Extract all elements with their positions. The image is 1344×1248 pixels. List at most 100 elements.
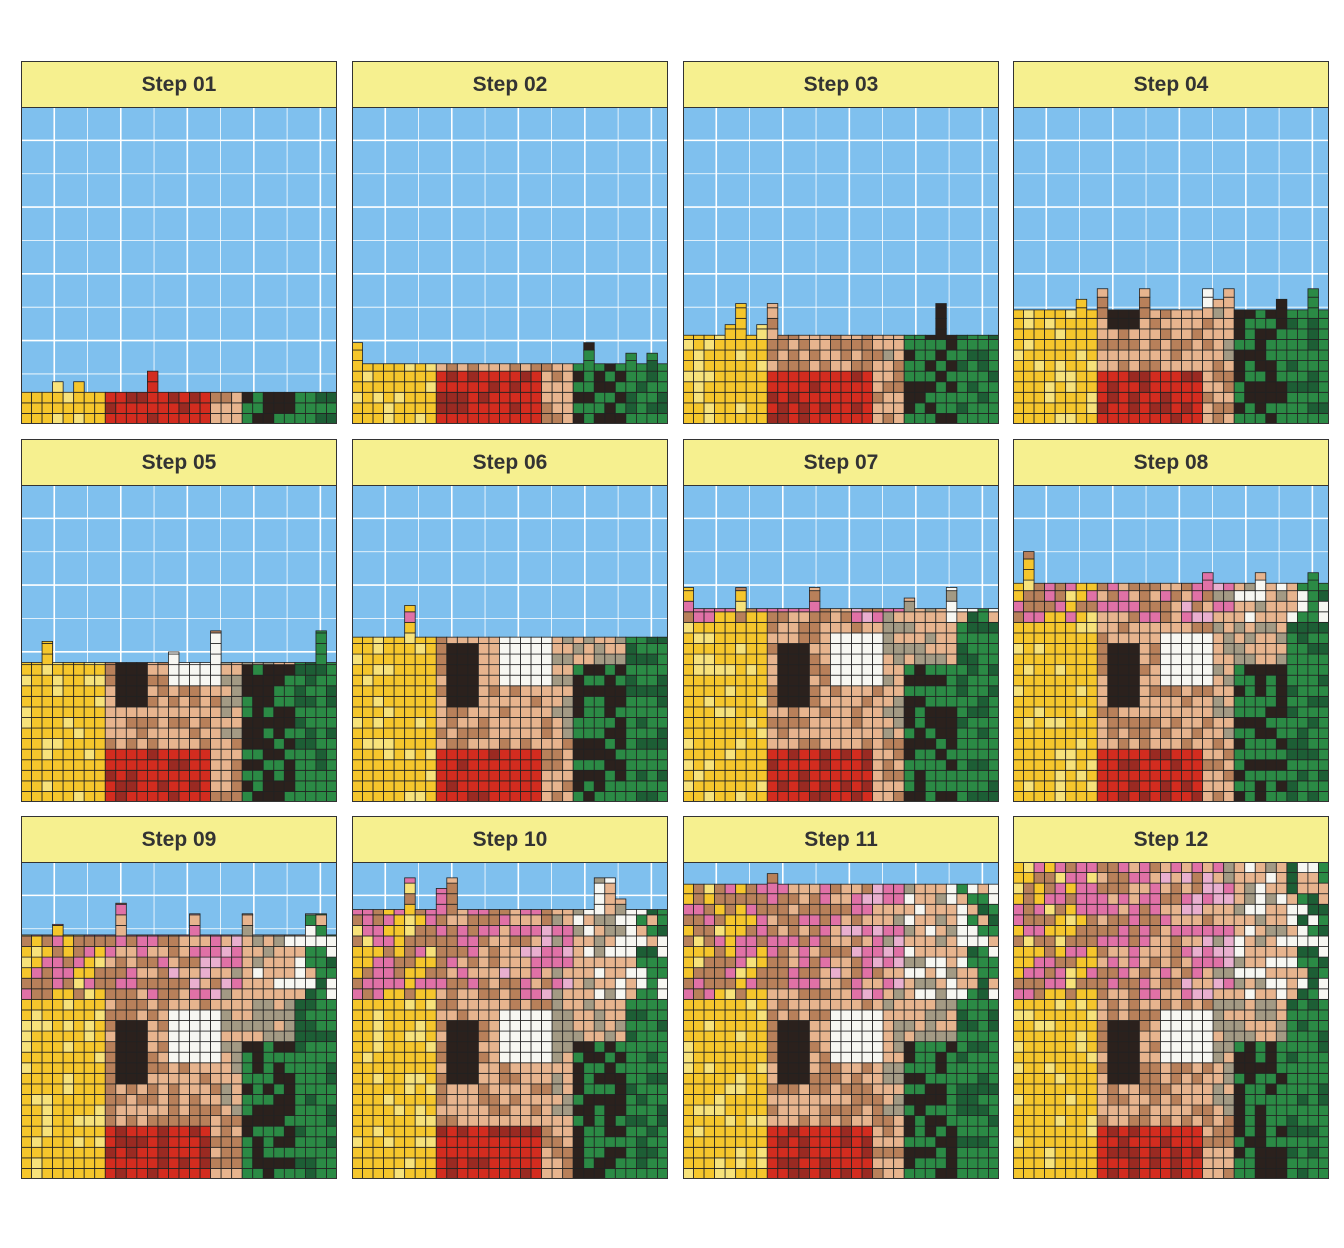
- mosaic-tile: [861, 413, 874, 424]
- mosaic-tile: [362, 402, 374, 414]
- mosaic-tile: [273, 738, 285, 750]
- mosaic-tile: [1044, 727, 1056, 739]
- mosaic-tile: [404, 967, 416, 979]
- mosaic-tile: [372, 998, 384, 1011]
- mosaic-tile: [199, 1083, 212, 1095]
- mosaic-tile: [41, 1146, 53, 1159]
- mosaic-tile: [1128, 748, 1140, 761]
- mosaic-tile: [809, 381, 821, 393]
- mosaic-tile: [1191, 643, 1204, 655]
- mosaic-tile: [604, 391, 616, 404]
- mosaic-tile: [646, 391, 658, 404]
- mosaic-tile: [125, 1072, 138, 1085]
- mosaic-tile: [136, 662, 148, 666]
- mosaic-tile: [988, 759, 999, 771]
- mosaic-tile: [988, 695, 999, 708]
- mosaic-tile: [1107, 309, 1119, 319]
- mosaic-tile: [1170, 370, 1182, 383]
- mosaic-tile: [735, 1041, 747, 1053]
- mosaic-tile: [147, 738, 159, 750]
- mosaic-tile: [393, 946, 406, 958]
- mosaic-tile: [766, 381, 779, 393]
- mosaic-tile: [231, 685, 243, 697]
- mosaic-tile: [326, 1104, 337, 1116]
- mosaic-tile: [147, 381, 159, 393]
- mosaic-tile: [52, 967, 64, 979]
- mosaic-tile: [21, 1020, 32, 1032]
- mosaic-tile: [273, 769, 285, 782]
- mosaic-tile: [1286, 413, 1298, 424]
- mosaic-tile: [157, 769, 169, 782]
- mosaic-tile: [798, 370, 810, 383]
- mosaic-tile: [1244, 791, 1256, 802]
- mosaic-tile: [1296, 738, 1309, 750]
- mosaic-tile: [635, 1168, 648, 1179]
- mosaic-tile: [735, 590, 747, 602]
- mosaic-tile: [393, 674, 406, 687]
- mosaic-tile: [520, 1030, 532, 1043]
- mosaic-tile: [693, 706, 705, 718]
- mosaic-tile: [241, 1104, 254, 1116]
- mosaic-tile: [766, 695, 779, 708]
- mosaic-tile: [52, 1168, 64, 1179]
- mosaic-tile: [467, 914, 479, 926]
- mosaic-tile: [724, 903, 737, 916]
- mosaic-tile: [467, 653, 479, 666]
- mosaic-tile: [635, 1104, 648, 1116]
- mosaic-tile: [220, 695, 233, 708]
- mosaic-tile: [21, 977, 32, 990]
- mosaic-tile: [241, 1062, 254, 1074]
- mosaic-tile: [724, 381, 737, 393]
- mosaic-tile: [625, 914, 637, 926]
- mosaic-tile: [1318, 360, 1329, 372]
- mosaic-tile: [315, 1072, 327, 1085]
- mosaic-tile: [1160, 328, 1172, 340]
- mosaic-tile: [73, 685, 85, 697]
- mosaic-tile: [914, 738, 926, 750]
- mosaic-tile: [273, 674, 285, 687]
- mosaic-tile: [115, 1115, 127, 1127]
- mosaic-tile: [83, 967, 96, 979]
- mosaic-tile: [21, 1104, 32, 1116]
- mosaic-tile: [903, 600, 916, 613]
- mosaic-tile: [425, 1104, 437, 1116]
- mosaic-tile: [104, 934, 117, 937]
- mosaic-tile: [393, 1051, 406, 1064]
- mosaic-tile: [614, 1009, 627, 1021]
- mosaic-tile: [147, 674, 159, 687]
- mosaic-tile: [147, 1020, 159, 1032]
- mosaic-tile: [241, 664, 254, 676]
- mosaic-tile: [467, 909, 479, 916]
- mosaic-tile: [956, 685, 968, 697]
- mosaic-tile: [714, 717, 726, 729]
- mosaic-tile: [693, 769, 705, 782]
- mosaic-tile: [724, 413, 737, 424]
- mosaic-tile: [136, 988, 148, 1000]
- mosaic-tile: [326, 780, 337, 792]
- mosaic-tile: [966, 759, 979, 771]
- mosaic-tile: [315, 1030, 327, 1043]
- mosaic-tile: [1075, 600, 1088, 613]
- mosaic-tile: [693, 381, 705, 393]
- mosaic-tile: [304, 1009, 317, 1021]
- mosaic-tile: [62, 934, 75, 937]
- mosaic-tile: [614, 1146, 627, 1159]
- mosaic-tile: [456, 727, 469, 739]
- mosaic-tile: [147, 791, 159, 802]
- mosaic-tile: [499, 727, 511, 739]
- mosaic-tile: [210, 413, 222, 424]
- mosaic-tile: [1023, 402, 1035, 414]
- mosaic-tile: [31, 1125, 43, 1138]
- mosaic-tile: [404, 877, 416, 884]
- mosaic-tile: [1170, 611, 1182, 623]
- mosaic-tile: [147, 413, 159, 424]
- mosaic-tile: [1075, 317, 1088, 330]
- mosaic-tile: [693, 1136, 705, 1148]
- mosaic-tile: [362, 370, 374, 383]
- mosaic-tile: [456, 653, 469, 666]
- mosaic-tile: [220, 769, 233, 782]
- mosaic-tile: [657, 759, 668, 771]
- mosaic-tile: [199, 791, 212, 802]
- mosaic-tile: [693, 391, 705, 404]
- mosaic-tile: [136, 1051, 148, 1064]
